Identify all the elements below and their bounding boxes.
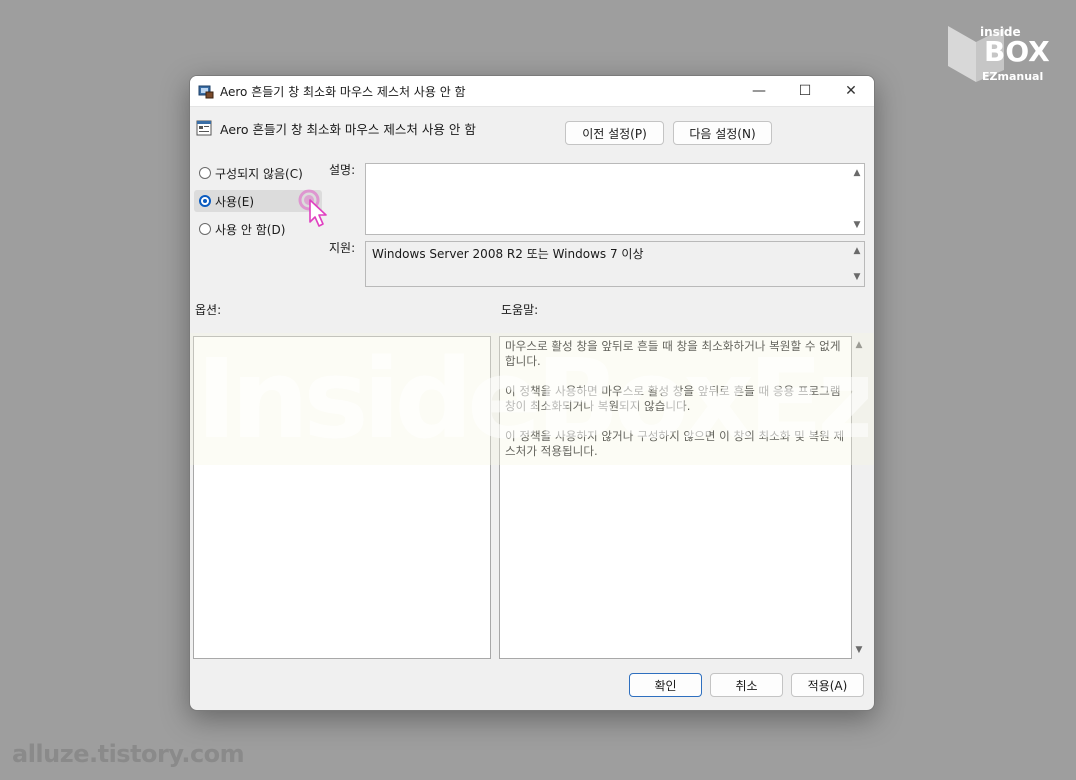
scroll-down-icon[interactable]: ▼ <box>854 645 864 655</box>
logo-line3: EZmanual <box>982 70 1044 83</box>
radio-circle[interactable] <box>199 223 211 235</box>
previous-setting-button[interactable]: 이전 설정(P) <box>565 121 664 145</box>
radio-circle[interactable] <box>199 195 211 207</box>
help-pane[interactable]: 마우스로 활성 창을 앞뒤로 흔들 때 창을 최소화하거나 복원할 수 없게 합… <box>499 336 852 659</box>
radio-label: 사용 안 함(D) <box>215 222 286 237</box>
radio-label: 구성되지 않음(C) <box>215 166 303 181</box>
radio-not-configured[interactable]: 구성되지 않음(C) <box>194 162 303 184</box>
help-paragraph: 마우스로 활성 창을 앞뒤로 흔들 때 창을 최소화하거나 복원할 수 없게 합… <box>505 339 841 368</box>
radio-disabled[interactable]: 사용 안 함(D) <box>194 218 285 240</box>
radio-circle[interactable] <box>199 167 211 179</box>
options-label: 옵션: <box>195 303 222 317</box>
help-paragraph: 이 정책을 사용하지 않거나 구성하지 않으면 이 창의 최소화 및 복원 제스… <box>505 429 845 458</box>
support-value: Windows Server 2008 R2 또는 Windows 7 이상 <box>372 247 644 261</box>
group-policy-icon <box>198 85 214 99</box>
help-paragraph: 이 정책을 사용하면 마우스로 활성 창을 앞뒤로 흔들 때 응용 프로그램 창… <box>505 384 841 413</box>
footer-watermark: alluze.tistory.com <box>12 740 245 768</box>
scroll-down-icon[interactable]: ▼ <box>852 272 862 282</box>
description-field[interactable]: ▲ ▼ <box>365 163 865 235</box>
cancel-button[interactable]: 취소 <box>710 673 783 697</box>
close-icon: ✕ <box>845 83 857 99</box>
support-field[interactable]: Windows Server 2008 R2 또는 Windows 7 이상 ▲… <box>365 241 865 287</box>
close-button[interactable]: ✕ <box>828 76 874 106</box>
insidebox-logo: inside BOX EZmanual <box>946 22 1062 92</box>
maximize-icon: ☐ <box>798 83 812 99</box>
help-label: 도움말: <box>501 303 539 317</box>
options-pane <box>193 336 491 659</box>
next-setting-button[interactable]: 다음 설정(N) <box>673 121 772 145</box>
minimize-button[interactable]: — <box>736 76 782 106</box>
support-label: 지원: <box>329 241 356 255</box>
scroll-up-icon[interactable]: ▲ <box>854 340 864 350</box>
title-bar[interactable]: Aero 흔들기 창 최소화 마우스 제스처 사용 안 함 — ☐ ✕ <box>190 76 874 107</box>
window-title: Aero 흔들기 창 최소화 마우스 제스처 사용 안 함 <box>220 85 466 99</box>
ok-button[interactable]: 확인 <box>629 673 702 697</box>
minimize-icon: — <box>752 83 766 99</box>
policy-setting-icon <box>196 120 212 136</box>
description-label: 설명: <box>329 163 356 177</box>
scroll-up-icon[interactable]: ▲ <box>852 246 862 256</box>
mouse-pointer-icon <box>296 188 332 228</box>
maximize-button[interactable]: ☐ <box>782 76 828 106</box>
policy-dialog: Aero 흔들기 창 최소화 마우스 제스처 사용 안 함 — ☐ ✕ Aero… <box>189 75 875 711</box>
logo-line2: BOX <box>984 35 1050 68</box>
help-text: 마우스로 활성 창을 앞뒤로 흔들 때 창을 최소화하거나 복원할 수 없게 합… <box>505 339 847 474</box>
apply-button[interactable]: 적용(A) <box>791 673 864 697</box>
scroll-down-icon[interactable]: ▼ <box>852 220 862 230</box>
policy-title: Aero 흔들기 창 최소화 마우스 제스처 사용 안 함 <box>220 122 476 137</box>
help-scrollbar[interactable]: ▲ ▼ <box>853 336 865 659</box>
radio-label: 사용(E) <box>215 194 255 209</box>
scroll-up-icon[interactable]: ▲ <box>852 168 862 178</box>
